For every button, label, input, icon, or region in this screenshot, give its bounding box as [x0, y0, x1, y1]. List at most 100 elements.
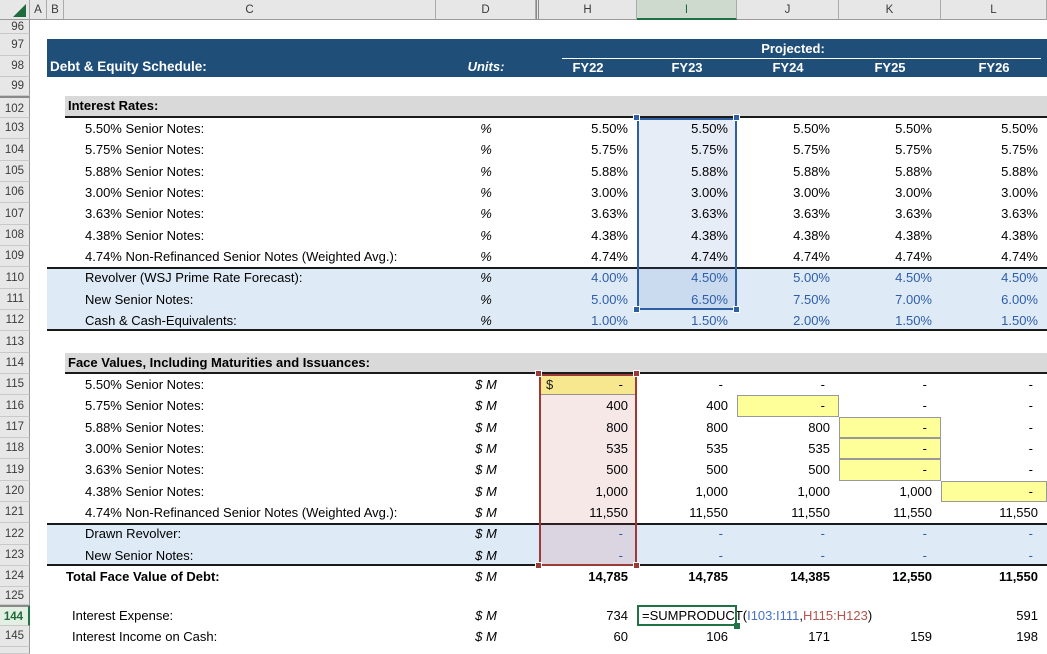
value-cell[interactable]: 400 [637, 395, 737, 417]
units-cell[interactable]: % [436, 267, 536, 289]
row-header-107[interactable]: 107 [0, 203, 30, 225]
row-header-108[interactable]: 108 [0, 225, 30, 246]
value-cell[interactable]: 800 [637, 417, 737, 438]
value-cell[interactable]: 3.00% [941, 182, 1047, 203]
value-cell[interactable]: 159 [839, 626, 941, 647]
row-label-cell[interactable]: 3.00% Senior Notes: [85, 438, 435, 459]
value-cell[interactable]: 3.63% [539, 203, 637, 225]
value-cell[interactable]: 1.50% [637, 310, 737, 331]
row-header-123[interactable]: 123 [0, 545, 30, 566]
units-cell[interactable]: $ M [436, 481, 536, 502]
value-cell[interactable]: - [839, 417, 941, 438]
units-cell[interactable]: % [436, 203, 536, 225]
row-header-110[interactable]: 110 [0, 267, 30, 289]
value-cell[interactable]: 4.38% [539, 225, 637, 246]
row-label-cell[interactable]: 4.38% Senior Notes: [85, 481, 435, 502]
row-header-109[interactable]: 109 [0, 246, 30, 267]
value-cell[interactable]: 3.00% [737, 182, 839, 203]
value-cell[interactable]: 11,550 [737, 502, 839, 523]
value-cell[interactable]: - [839, 374, 941, 395]
value-cell[interactable]: 4.50% [839, 267, 941, 289]
value-cell[interactable]: 591 [941, 605, 1047, 626]
row-header-116[interactable]: 116 [0, 395, 30, 417]
row-label-cell[interactable]: Interest Income on Cash: [72, 626, 422, 647]
row-header-117[interactable]: 117 [0, 417, 30, 438]
value-cell[interactable]: 3.63% [941, 203, 1047, 225]
value-cell[interactable]: 5.88% [839, 161, 941, 182]
value-cell[interactable]: 3.63% [839, 203, 941, 225]
value-cell[interactable]: 4.74% [839, 246, 941, 267]
value-cell[interactable]: 1,000 [637, 481, 737, 502]
value-cell[interactable]: - [941, 523, 1047, 545]
row-header-124[interactable]: 124 [0, 566, 30, 587]
value-cell[interactable]: 5.50% [839, 118, 941, 139]
value-cell[interactable]: 11,550 [941, 502, 1047, 523]
value-cell[interactable]: 11,550 [839, 502, 941, 523]
units-cell[interactable]: % [436, 246, 536, 267]
units-cell[interactable]: $ M [436, 605, 536, 626]
value-cell[interactable]: 1.00% [539, 310, 637, 331]
value-cell[interactable]: - [839, 395, 941, 417]
row-label-cell[interactable]: 5.50% Senior Notes: [85, 374, 435, 395]
row-header-96[interactable]: 96 [0, 20, 30, 34]
value-cell[interactable]: 6.00% [941, 289, 1047, 310]
row-label-cell[interactable]: 5.75% Senior Notes: [85, 139, 435, 161]
fiscal-year-header-cell[interactable]: FY26 [941, 58, 1047, 77]
fiscal-year-header-cell[interactable]: FY23 [637, 58, 737, 77]
row-label-cell[interactable]: 5.88% Senior Notes: [85, 161, 435, 182]
row-header-112[interactable]: 112 [0, 310, 30, 331]
value-cell[interactable]: 60 [539, 626, 637, 647]
row-label-cell[interactable]: 5.88% Senior Notes: [85, 417, 435, 438]
value-cell[interactable]: 5.50% [539, 118, 637, 139]
column-header-A[interactable]: A [30, 0, 47, 20]
row-label-cell[interactable]: Drawn Revolver: [85, 523, 435, 545]
blue-reference-handle[interactable] [633, 306, 640, 313]
units-cell[interactable]: % [436, 118, 536, 139]
red-reference-handle[interactable] [535, 370, 542, 377]
row-header-105[interactable]: 105 [0, 161, 30, 182]
value-cell[interactable]: 171 [737, 626, 839, 647]
value-cell[interactable]: 734 [539, 605, 637, 626]
value-cell[interactable]: - [839, 523, 941, 545]
column-header-I[interactable]: I [637, 0, 737, 20]
units-cell[interactable]: % [436, 161, 536, 182]
row-label-cell[interactable]: 4.74% Non-Refinanced Senior Notes (Weigh… [85, 502, 435, 523]
value-cell[interactable]: - [637, 523, 737, 545]
row-label-cell[interactable]: Cash & Cash-Equivalents: [85, 310, 435, 331]
value-cell[interactable]: - [839, 545, 941, 566]
units-cell[interactable]: % [436, 139, 536, 161]
row-header-115[interactable]: 115 [0, 374, 30, 395]
value-cell[interactable]: - [941, 459, 1047, 481]
column-header-L[interactable]: L [941, 0, 1047, 20]
value-cell[interactable]: 5.75% [539, 139, 637, 161]
row-header-97[interactable]: 97 [0, 34, 30, 56]
fiscal-year-header-cell[interactable]: FY22 [539, 58, 637, 77]
value-cell[interactable]: 535 [737, 438, 839, 459]
units-cell[interactable]: $ M [436, 395, 536, 417]
row-label-cell[interactable]: Interest Expense: [72, 605, 422, 626]
units-cell[interactable]: % [436, 289, 536, 310]
value-cell[interactable]: 4.38% [839, 225, 941, 246]
row-label-cell[interactable]: New Senior Notes: [85, 289, 435, 310]
fiscal-year-header-cell[interactable]: FY25 [839, 58, 941, 77]
row-header-99[interactable]: 99 [0, 77, 30, 96]
value-cell[interactable]: - [941, 395, 1047, 417]
value-cell[interactable]: 4.74% [539, 246, 637, 267]
units-cell[interactable]: % [436, 182, 536, 203]
value-cell[interactable]: - [941, 438, 1047, 459]
value-cell[interactable]: 5.75% [941, 139, 1047, 161]
value-cell[interactable]: 11,550 [637, 502, 737, 523]
units-cell[interactable]: $ M [436, 545, 536, 566]
value-cell[interactable]: - [941, 481, 1047, 502]
row-header-106[interactable]: 106 [0, 182, 30, 203]
row-header-119[interactable]: 119 [0, 459, 30, 481]
value-cell[interactable]: - [637, 545, 737, 566]
units-cell[interactable]: $ M [436, 438, 536, 459]
units-cell[interactable]: $ M [436, 502, 536, 523]
sheet-title-cell[interactable]: Debt & Equity Schedule: [50, 56, 430, 77]
value-cell[interactable]: 5.75% [737, 139, 839, 161]
row-header-113[interactable]: 113 [0, 331, 30, 353]
value-cell[interactable]: - [737, 395, 839, 417]
value-cell[interactable]: 2.00% [737, 310, 839, 331]
fill-handle[interactable] [734, 623, 740, 629]
